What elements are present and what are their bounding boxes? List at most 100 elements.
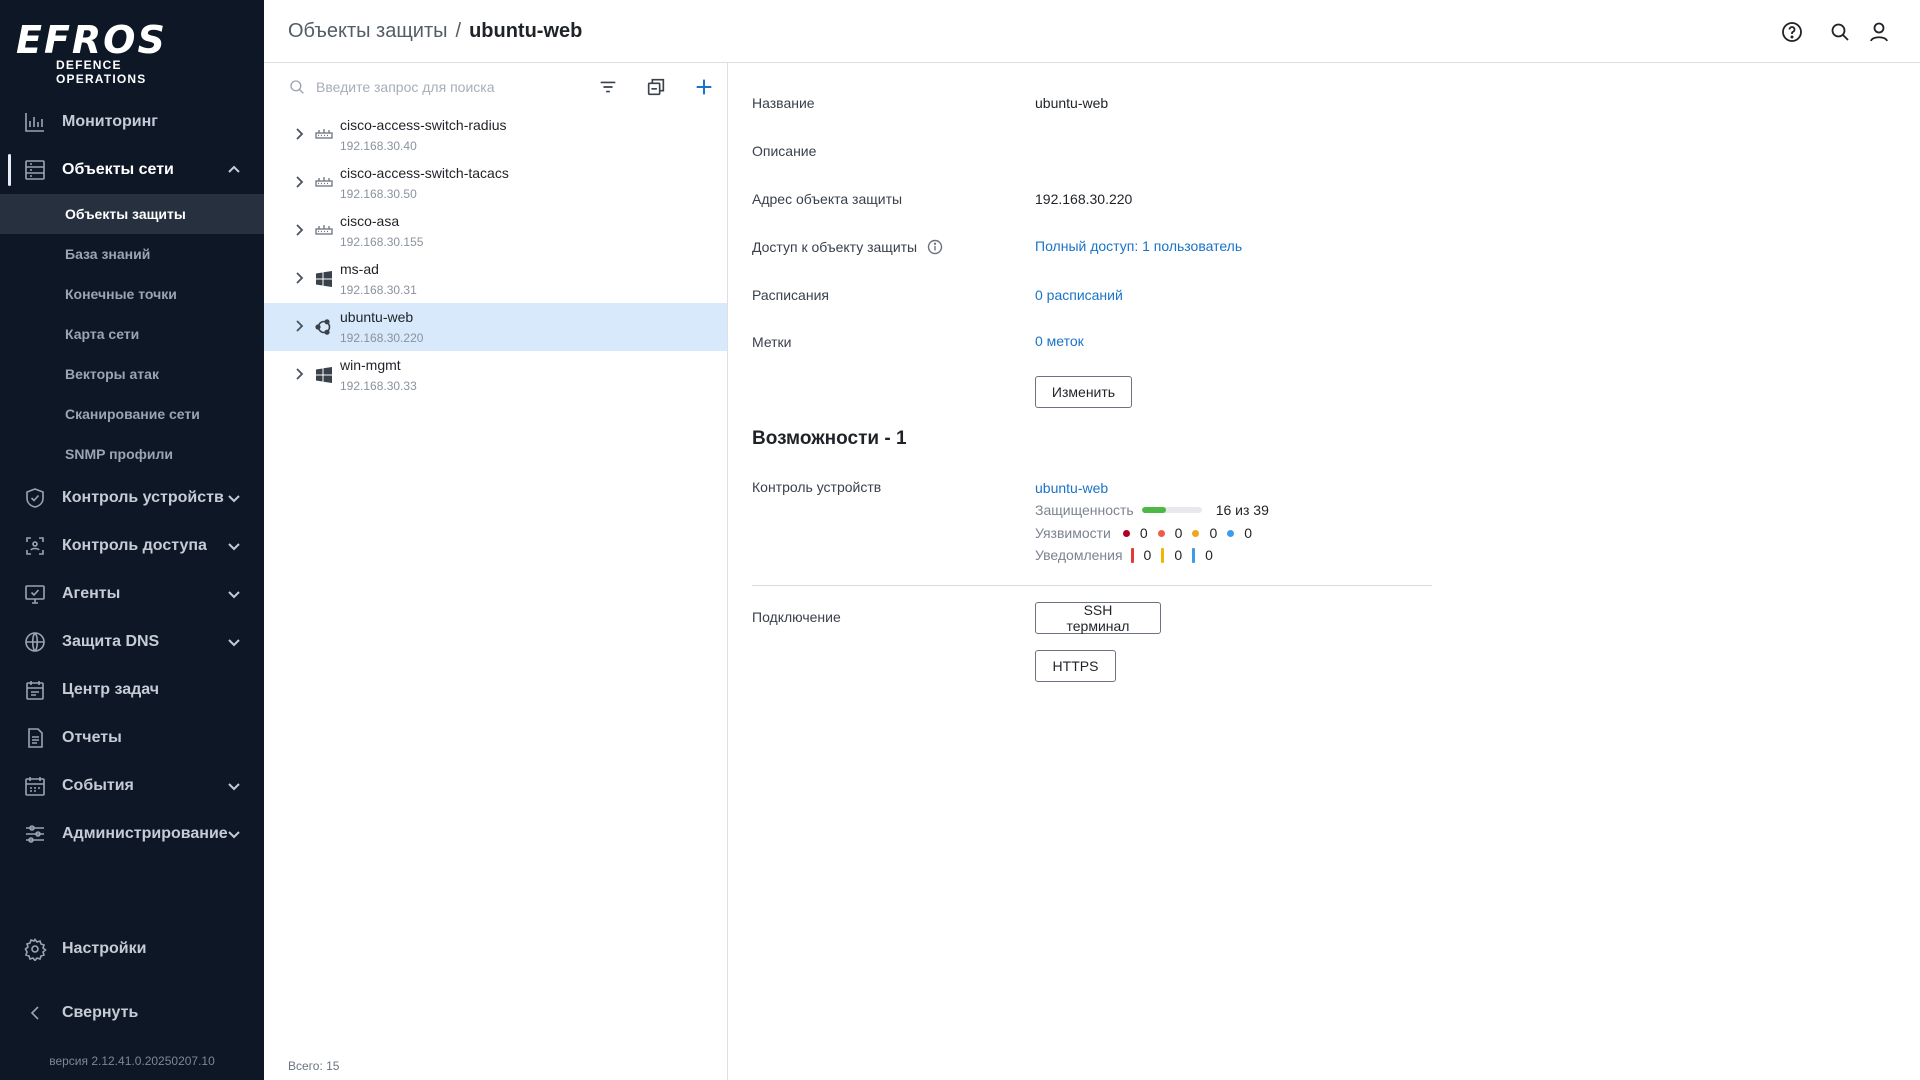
sidebar-item-reports[interactable]: Отчеты [0, 714, 264, 762]
list-item[interactable]: cisco-asa 192.168.30.155 [264, 207, 727, 255]
ubuntu-icon [314, 317, 334, 337]
device-control-link[interactable]: ubuntu-web [1035, 480, 1108, 496]
sidebar-item-settings[interactable]: Настройки [0, 925, 264, 973]
list-item[interactable]: win-mgmt 192.168.30.33 [264, 351, 727, 399]
sidebar-subitem-snmp-profiles[interactable]: SNMP профили [0, 434, 264, 474]
filter-icon[interactable] [596, 75, 620, 99]
address-label: Адрес объекта защиты [752, 191, 903, 207]
connection-label: Подключение [752, 609, 841, 625]
help-icon[interactable] [1779, 19, 1805, 45]
search-icon[interactable] [1827, 19, 1853, 45]
sidebar-subitem-network-scan[interactable]: Сканирование сети [0, 394, 264, 434]
tags-link[interactable]: 0 меток [1035, 333, 1084, 349]
sidebar-nav: Мониторинг Объекты сети Объекты защиты Б… [0, 98, 264, 858]
sidebar-subitem-attack-vectors[interactable]: Векторы атак [0, 354, 264, 394]
network-switch-icon [314, 173, 334, 193]
notifications-metric: Уведомления 0 0 0 [1035, 547, 1213, 563]
security-label: Защищенность [1035, 502, 1134, 518]
ssh-terminal-button[interactable]: SSH терминал [1035, 602, 1161, 634]
list-item-selected[interactable]: ubuntu-web 192.168.30.220 [264, 303, 727, 351]
name-value: ubuntu-web [1035, 95, 1109, 111]
low-dot-icon [1227, 529, 1235, 537]
tags-label: Метки [752, 334, 792, 350]
chevron-right-icon[interactable] [292, 271, 306, 285]
breadcrumb-parent[interactable]: Объекты защиты [288, 20, 448, 42]
info-icon[interactable] [927, 239, 943, 255]
edit-button[interactable]: Изменить [1035, 376, 1132, 408]
vuln-critical-count: 0 [1139, 525, 1148, 541]
logo-subtitle: DEFENCE OPERATIONS [56, 58, 147, 86]
sidebar-item-device-control[interactable]: Контроль устройств [0, 474, 264, 522]
sidebar-item-events[interactable]: События [0, 762, 264, 810]
sidebar-item-access-control[interactable]: Контроль доступа [0, 522, 264, 570]
security-metric: Защищенность 16 из 39 [1035, 502, 1269, 518]
sidebar-subitem-protected-objects[interactable]: Объекты защиты [0, 194, 264, 234]
collapse-label: Свернуть [62, 1004, 139, 1021]
chevron-down-icon [226, 538, 242, 554]
top-header: Объекты защиты / ubuntu-web [264, 0, 1920, 63]
item-ip: 192.168.30.50 [340, 187, 417, 201]
description-label: Описание [752, 143, 817, 159]
security-progress-fill [1141, 507, 1167, 513]
section-divider [752, 585, 1432, 586]
objects-list-panel: cisco-access-switch-radius 192.168.30.40… [264, 63, 728, 1080]
item-name: cisco-access-switch-tacacs [340, 165, 509, 181]
access-link[interactable]: Полный доступ: 1 пользователь [1035, 238, 1242, 254]
sidebar-item-label: Объекты сети [62, 161, 174, 178]
chevron-right-icon[interactable] [292, 175, 306, 189]
user-icon[interactable] [1866, 19, 1892, 45]
sidebar-item-label: Агенты [62, 585, 121, 602]
sidebar-collapse-button[interactable]: Свернуть [0, 989, 264, 1037]
https-button[interactable]: HTTPS [1035, 650, 1116, 682]
sidebar-item-administration[interactable]: Администрирование [0, 810, 264, 858]
chevron-right-icon[interactable] [292, 127, 306, 141]
item-name: ms-ad [340, 261, 379, 277]
breadcrumb-current: ubuntu-web [469, 20, 583, 42]
sidebar-item-label: Мониторинг [62, 113, 158, 130]
sidebar-item-label: Контроль доступа [62, 537, 207, 554]
schedules-link[interactable]: 0 расписаний [1035, 287, 1123, 303]
security-value: 16 из 39 [1215, 502, 1269, 518]
calendar-task-icon [22, 677, 48, 703]
total-count: Всего: 15 [288, 1059, 340, 1073]
sidebar-subitem-network-map[interactable]: Карта сети [0, 314, 264, 354]
sidebar-item-agents[interactable]: Агенты [0, 570, 264, 618]
notif-blue-count: 0 [1205, 547, 1213, 563]
chevron-down-icon [226, 778, 242, 794]
collapse-all-icon[interactable] [644, 75, 668, 99]
globe-icon [22, 629, 48, 655]
sidebar-subitem-endpoints[interactable]: Конечные точки [0, 274, 264, 314]
sidebar-item-label: Центр задач [62, 681, 160, 698]
chevron-down-icon [226, 826, 242, 842]
network-switch-icon [314, 125, 334, 145]
sidebar: EFROS DEFENCE OPERATIONS Мониторинг Объе… [0, 0, 264, 1080]
notifications-label: Уведомления [1035, 547, 1123, 563]
gear-icon [22, 936, 48, 962]
list-item[interactable]: cisco-access-switch-radius 192.168.30.40 [264, 111, 727, 159]
efros-logo[interactable]: EFROS DEFENCE OPERATIONS [16, 20, 216, 86]
search-icon [288, 78, 306, 96]
address-value: 192.168.30.220 [1035, 191, 1133, 207]
chevron-right-icon[interactable] [292, 319, 306, 333]
add-icon[interactable] [692, 75, 716, 99]
vuln-high-count: 0 [1174, 525, 1183, 541]
chevron-down-icon [226, 634, 242, 650]
medium-dot-icon [1192, 529, 1200, 537]
sidebar-item-monitoring[interactable]: Мониторинг [0, 98, 264, 146]
name-label: Название [752, 95, 815, 111]
notif-red-count: 0 [1143, 547, 1152, 563]
search-bar [264, 63, 728, 111]
list-item[interactable]: ms-ad 192.168.30.31 [264, 255, 727, 303]
sidebar-item-network-objects[interactable]: Объекты сети [0, 146, 264, 194]
chevron-right-icon[interactable] [292, 367, 306, 381]
sidebar-item-dns-protection[interactable]: Защита DNS [0, 618, 264, 666]
network-switch-icon [314, 221, 334, 241]
chevron-right-icon[interactable] [292, 223, 306, 237]
sidebar-subitem-knowledge-base[interactable]: База знаний [0, 234, 264, 274]
sidebar-item-label: Контроль устройств [62, 489, 224, 506]
list-item[interactable]: cisco-access-switch-tacacs 192.168.30.50 [264, 159, 727, 207]
sidebar-item-task-center[interactable]: Центр задач [0, 666, 264, 714]
item-name: win-mgmt [340, 357, 401, 373]
search-input[interactable] [314, 75, 534, 99]
device-control-label: Контроль устройств [752, 479, 882, 495]
